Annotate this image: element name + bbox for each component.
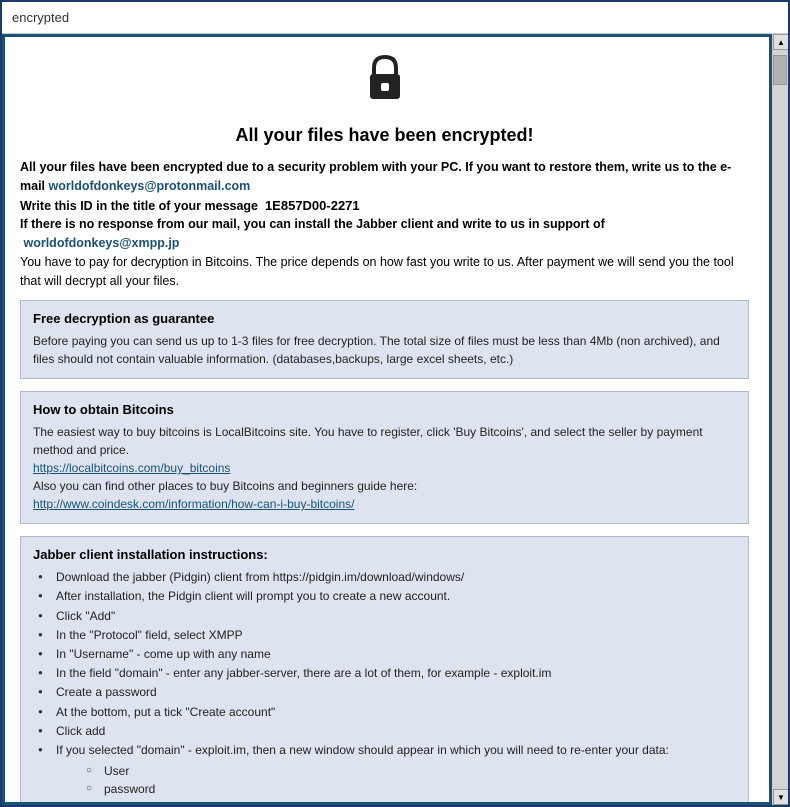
jabber-step-9: Click add [38,722,736,741]
line2: Write this ID in the title of your messa… [20,196,749,216]
jabber-step-4: In the "Protocol" field, select XMPP [38,626,736,645]
info-block: All your files have been encrypted due t… [20,158,749,290]
content-wrapper: All your files have been encrypted! All … [2,34,788,805]
title-bar: encrypted [2,2,788,34]
sub-step-password: password [86,780,736,798]
scrollbar[interactable]: ▲ ▼ [772,34,788,805]
jabber-steps-list: Download the jabber (Pidgin) client from… [33,568,736,805]
line2-text: Write this ID in the title of your messa… [20,199,360,213]
main-content: All your files have been encrypted! All … [2,34,772,805]
scroll-thumb[interactable] [773,55,787,85]
scroll-track [773,50,788,789]
jabber-step-1: Download the jabber (Pidgin) client from… [38,568,736,587]
jabber-step-5: In "Username" - come up with any name [38,645,736,664]
lock-icon [20,52,749,117]
jabber-step-3: Click "Add" [38,607,736,626]
main-window: encrypted All your files have been encry… [0,0,790,807]
sub-step-user: User [86,762,736,780]
free-decryption-section: Free decryption as guarantee Before payi… [20,300,749,379]
main-title: All your files have been encrypted! [20,125,749,146]
line1: All your files have been encrypted due t… [20,158,749,196]
line3-text: If there is no response from our mail, y… [20,217,605,250]
window-title: encrypted [12,10,69,25]
bitcoin-text: The easiest way to buy bitcoins is Local… [33,423,736,513]
localbitcoins-link[interactable]: https://localbitcoins.com/buy_bitcoins [33,461,230,475]
free-decryption-text: Before paying you can send us up to 1-3 … [33,332,736,368]
coindesk-link[interactable]: http://www.coindesk.com/information/how-… [33,497,354,511]
jabber-step-10: If you selected "domain" - exploit.im, t… [38,741,736,805]
jabber-step-2: After installation, the Pidgin client wi… [38,587,736,606]
jabber-title: Jabber client installation instructions: [33,547,736,562]
jabber-sub-steps: User password You will need to follow th… [56,762,736,805]
line4: You have to pay for decryption in Bitcoi… [20,253,749,291]
scroll-down-button[interactable]: ▼ [773,789,788,805]
free-decryption-title: Free decryption as guarantee [33,311,736,326]
bitcoin-title: How to obtain Bitcoins [33,402,736,417]
jabber-step-8: At the bottom, put a tick "Create accoun… [38,703,736,722]
jabber-section: Jabber client installation instructions:… [20,536,749,805]
line1-text: All your files have been encrypted due t… [20,160,731,193]
jabber-step-6: In the field "domain" - enter any jabber… [38,664,736,683]
scroll-up-button[interactable]: ▲ [773,34,788,50]
line3: If there is no response from our mail, y… [20,215,749,253]
bitcoin-section: How to obtain Bitcoins The easiest way t… [20,391,749,524]
sub-step-captcha: You will need to follow the link to the … [86,798,736,805]
jabber-step-7: Create a password [38,683,736,702]
